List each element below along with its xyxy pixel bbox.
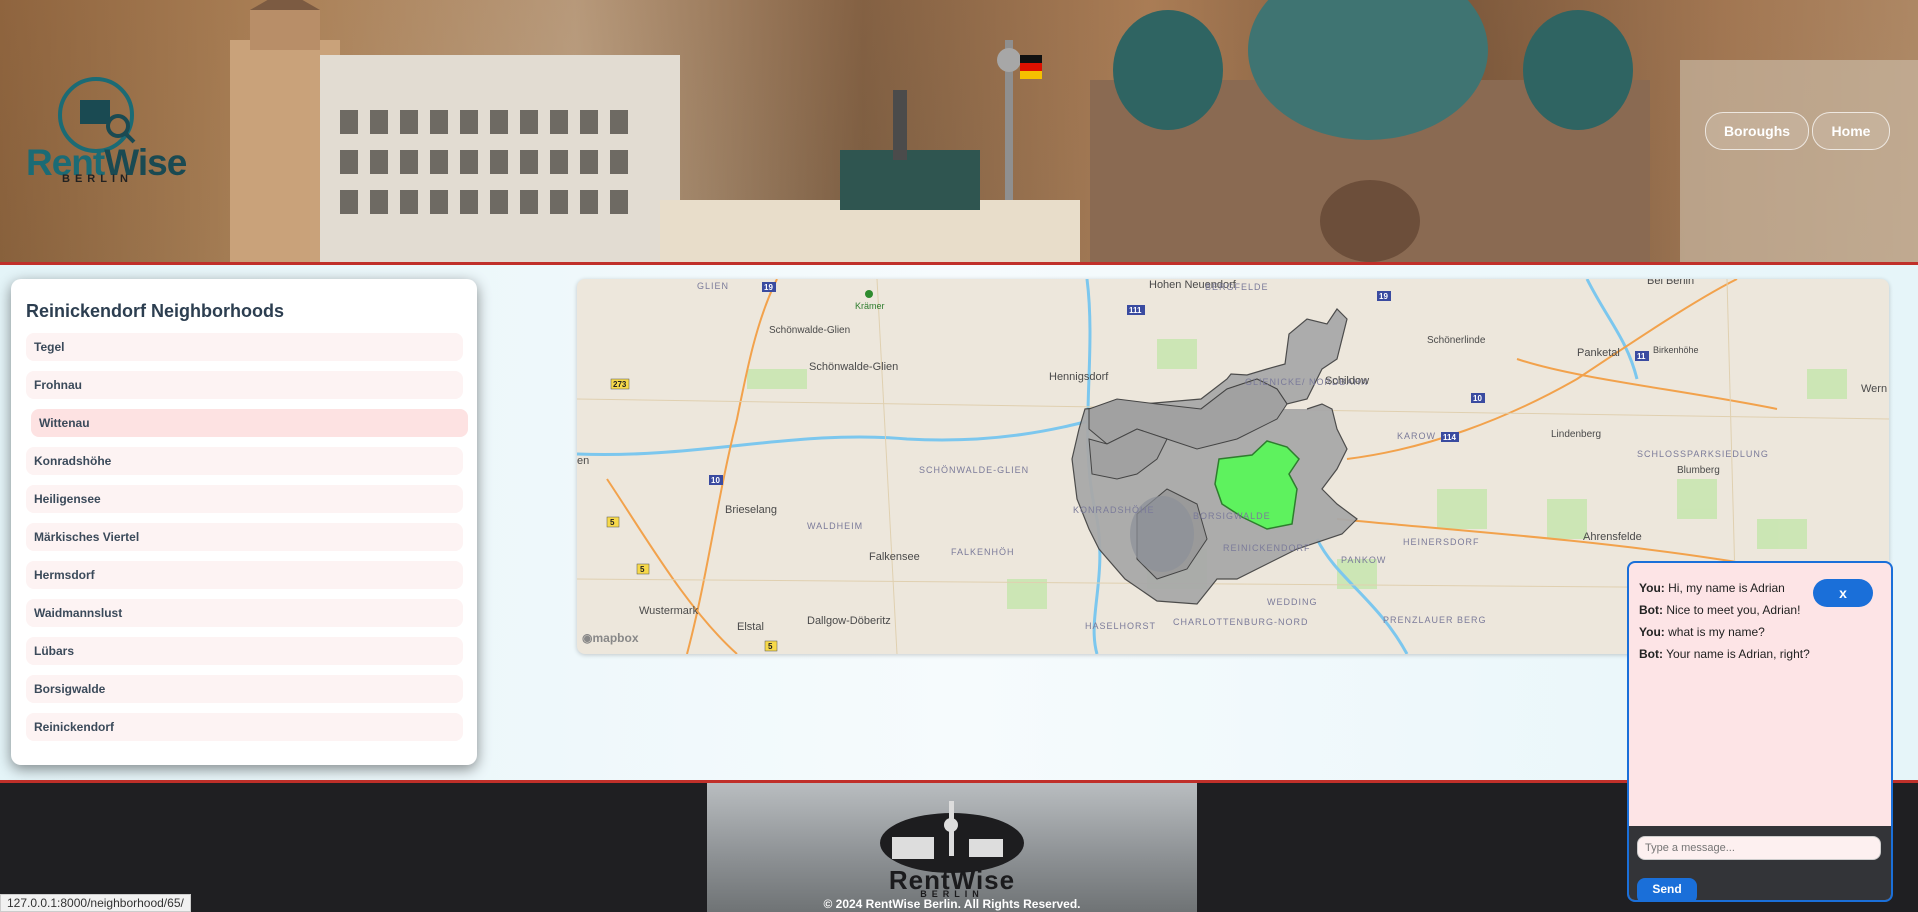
map-label: PRENZLAUER BERG: [1383, 615, 1487, 625]
chat-message-input[interactable]: [1637, 836, 1881, 860]
map-label: SCHLOSSPARKSIEDLUNG: [1637, 449, 1769, 459]
svg-text:10: 10: [711, 476, 720, 485]
copyright-text: © 2024 RentWise Berlin. All Rights Reser…: [823, 897, 1081, 911]
svg-text:114: 114: [1443, 433, 1456, 442]
svg-text:19: 19: [1379, 292, 1388, 301]
neighborhood-item-maerkisches-viertel[interactable]: Märkisches Viertel: [26, 523, 463, 551]
neighborhood-item-hermsdorf[interactable]: Hermsdorf: [26, 561, 463, 589]
svg-text:5: 5: [610, 518, 615, 527]
map-label: Bei Berlin: [1647, 279, 1695, 287]
neighborhood-item-frohnau[interactable]: Frohnau: [26, 371, 463, 399]
map-label: KAROW: [1397, 431, 1437, 441]
neighborhood-item-waidmannslust[interactable]: Waidmannslust: [26, 599, 463, 627]
map-label: Schildow: [1325, 375, 1370, 387]
neighborhood-item-wittenau[interactable]: Wittenau: [31, 409, 468, 437]
map-label: KONRADSHÖHE: [1073, 505, 1155, 515]
chat-message: Bot: Your name is Adrian, right?: [1639, 647, 1810, 661]
map-label: Falkensee: [869, 551, 920, 563]
svg-text:5: 5: [768, 642, 773, 651]
neighborhood-item-tegel[interactable]: Tegel: [26, 333, 463, 361]
map-label: GLIEN: [697, 281, 730, 291]
map-label: Wustermark: [639, 605, 699, 617]
map-label: REINICKENDORF: [1223, 543, 1311, 553]
nav-boroughs-button[interactable]: Boroughs: [1705, 112, 1809, 150]
map-label: Dallgow-Döberitz: [807, 615, 891, 627]
nav-home-button[interactable]: Home: [1812, 112, 1890, 150]
svg-text:10: 10: [1473, 394, 1482, 403]
map-label: BERGFELDE: [1205, 282, 1269, 292]
map-label: Schönerlinde: [1427, 335, 1486, 346]
neighborhood-item-konradshoehe[interactable]: Konradshöhe: [26, 447, 463, 475]
chat-widget: You: Hi, my name is Adrian Bot: Nice to …: [1627, 561, 1893, 902]
browser-status-url: 127.0.0.1:8000/neighborhood/65/: [0, 894, 191, 912]
map-label: Elstal: [737, 621, 764, 633]
chat-message: Bot: Nice to meet you, Adrian!: [1639, 603, 1801, 617]
map-label: Panketal: [1577, 347, 1620, 359]
map-label: Birkenhöhe: [1653, 345, 1699, 355]
mapbox-attribution[interactable]: ◉mapbox: [582, 631, 639, 645]
map-label: en: [577, 455, 590, 467]
logo-subtitle: BERLIN: [62, 173, 133, 185]
map-label: Schönwalde-Glien: [769, 325, 851, 336]
svg-text:11: 11: [1637, 352, 1646, 361]
map-label: Brieselang: [725, 504, 777, 516]
map-label: Hennigsdorf: [1049, 371, 1109, 383]
map-label: WEDDING: [1267, 597, 1318, 607]
svg-text:5: 5: [640, 565, 645, 574]
chat-send-button[interactable]: Send: [1637, 878, 1697, 900]
map-label: CHARLOTTENBURG-NORD: [1173, 617, 1309, 627]
svg-text:19: 19: [764, 283, 773, 292]
panel-title: Reinickendorf Neighborhoods: [26, 301, 285, 321]
mapbox-logo-icon: ◉: [582, 631, 593, 645]
chat-close-button[interactable]: x: [1813, 579, 1873, 607]
chat-message: You: Hi, my name is Adrian: [1639, 581, 1785, 595]
svg-text:273: 273: [613, 380, 627, 389]
map-label: Blumberg: [1677, 465, 1720, 476]
neighborhood-item-luebars[interactable]: Lübars: [26, 637, 463, 665]
neighborhood-item-reinickendorf[interactable]: Reinickendorf: [26, 713, 463, 741]
chat-message: You: what is my name?: [1639, 625, 1765, 639]
map-label: HEINERSDORF: [1403, 537, 1480, 547]
map-label: Wern: [1861, 383, 1888, 395]
neighborhood-item-borsigwalde[interactable]: Borsigwalde: [26, 675, 463, 703]
footer-banner: RentWise BERLIN © 2024 RentWise Berlin. …: [707, 783, 1197, 912]
header-banner: RentWise BERLIN Boroughs Home: [0, 0, 1918, 265]
map-label: Schönwalde-Glien: [809, 361, 899, 373]
berlin-skyline-illustration: [230, 0, 1918, 262]
map-label: SCHÖNWALDE-GLIEN: [919, 465, 1030, 475]
svg-text:111: 111: [1129, 306, 1142, 315]
map-label: WALDHEIM: [807, 521, 864, 531]
map-label: FALKENHÖH: [951, 547, 1015, 557]
neighborhoods-panel: Reinickendorf Neighborhoods Tegel Frohna…: [11, 279, 477, 765]
map-label: HASELHORST: [1085, 621, 1157, 631]
map-label: Krämer: [855, 301, 885, 311]
map-label: BORSIGWALDE: [1193, 511, 1271, 521]
map-label: PANKOW: [1341, 555, 1387, 565]
neighborhood-item-heiligensee[interactable]: Heiligensee: [26, 485, 463, 513]
map-label: Ahrensfelde: [1583, 531, 1642, 543]
chat-input-bar: Send: [1629, 826, 1891, 900]
map-label: Lindenberg: [1551, 429, 1602, 440]
